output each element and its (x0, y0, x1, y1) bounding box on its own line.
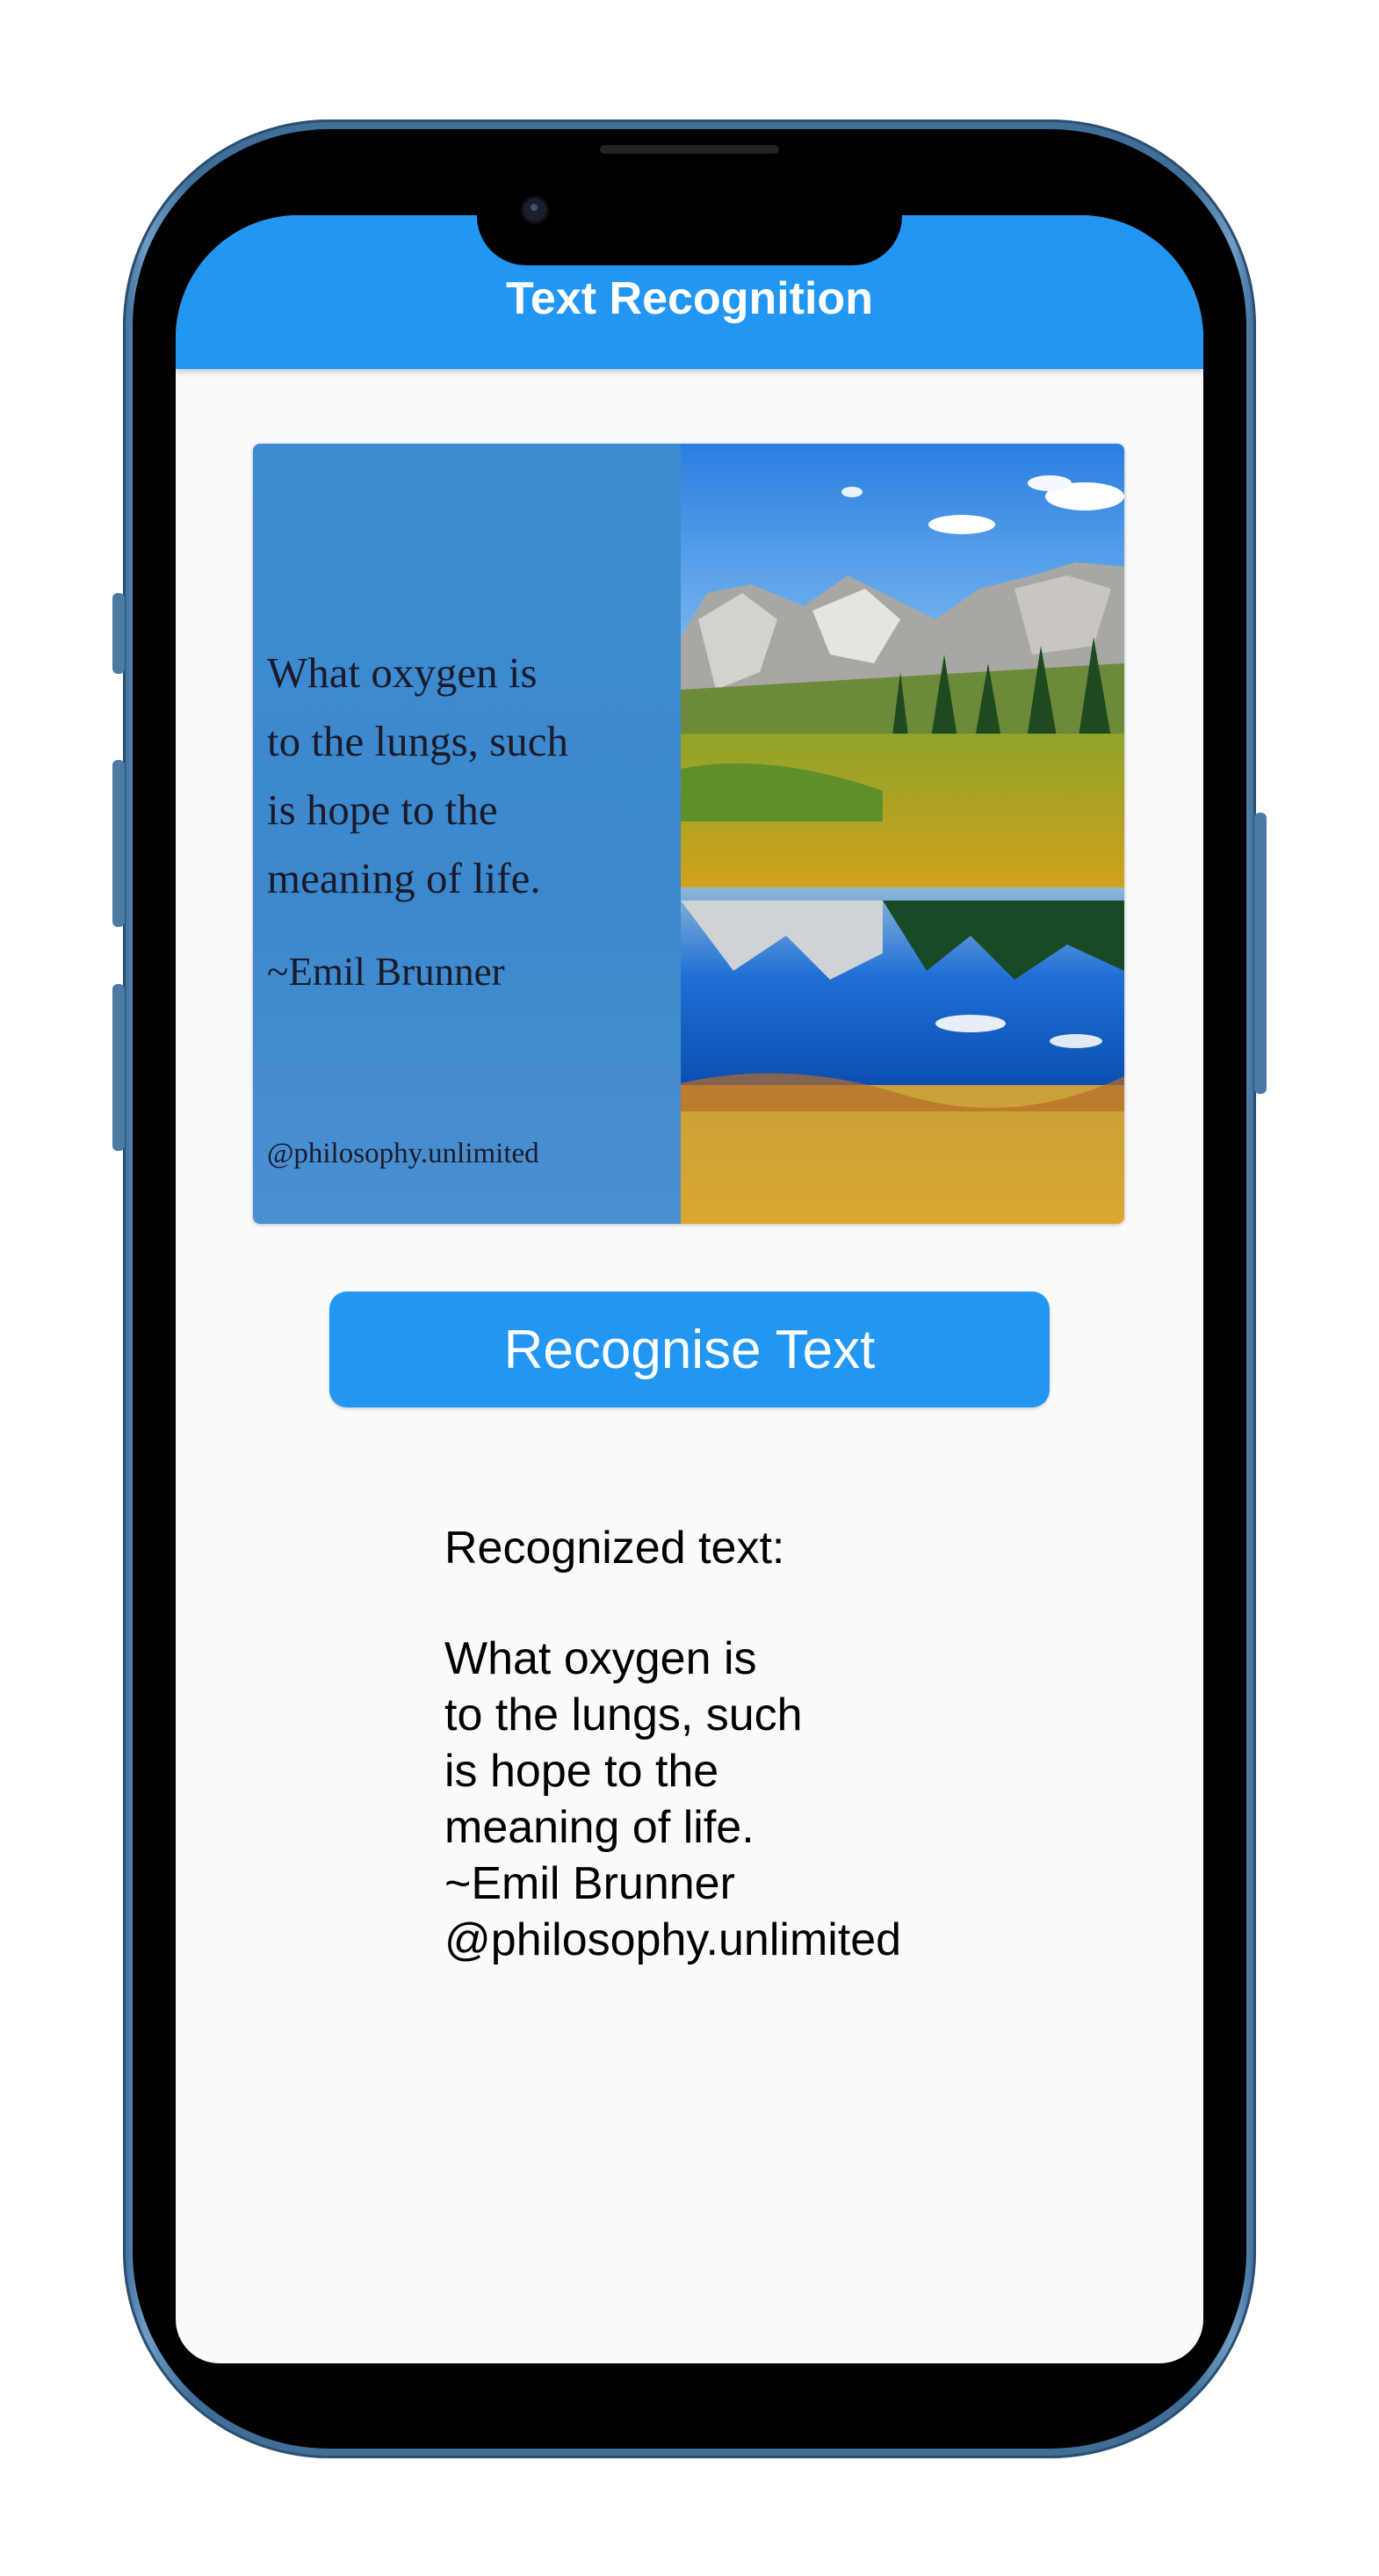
page-title: Text Recognition (506, 273, 873, 324)
mute-switch (112, 593, 125, 674)
quote-author: ~Emil Brunner (267, 950, 505, 994)
front-camera-icon (521, 196, 549, 224)
recognized-line: ~Emil Brunner (444, 1858, 735, 1909)
speaker-grille (600, 145, 779, 154)
volume-down-button (112, 984, 125, 1151)
quote-panel: What oxygen is to the lungs, such is hop… (253, 444, 681, 1224)
app-screen: Text Recognition What oxygen is to the l… (176, 215, 1203, 2363)
landscape-photo (681, 444, 1124, 1224)
recognise-text-button[interactable]: Recognise Text (329, 1292, 1050, 1407)
quote-line: What oxygen is (267, 648, 538, 697)
recognized-line: to the lungs, such (444, 1690, 803, 1740)
recognized-line: @philosophy.unlimited (444, 1914, 902, 1965)
recognized-line: is hope to the (444, 1746, 719, 1797)
recognized-text-label: Recognized text: (444, 1523, 785, 1574)
quote-line: is hope to the (267, 785, 498, 834)
recognized-line: What oxygen is (444, 1633, 757, 1684)
quote-line: to the lungs, such (267, 717, 568, 765)
volume-up-button (112, 760, 125, 927)
quote-handle: @philosophy.unlimited (267, 1138, 539, 1169)
quote-image: What oxygen is to the lungs, such is hop… (253, 444, 1124, 1224)
power-button (1254, 813, 1267, 1094)
quote-line: meaning of life. (267, 854, 541, 902)
recognized-text-output: Recognized text: What oxygen is to the l… (444, 1520, 901, 1968)
recognized-line: meaning of life. (444, 1802, 754, 1853)
